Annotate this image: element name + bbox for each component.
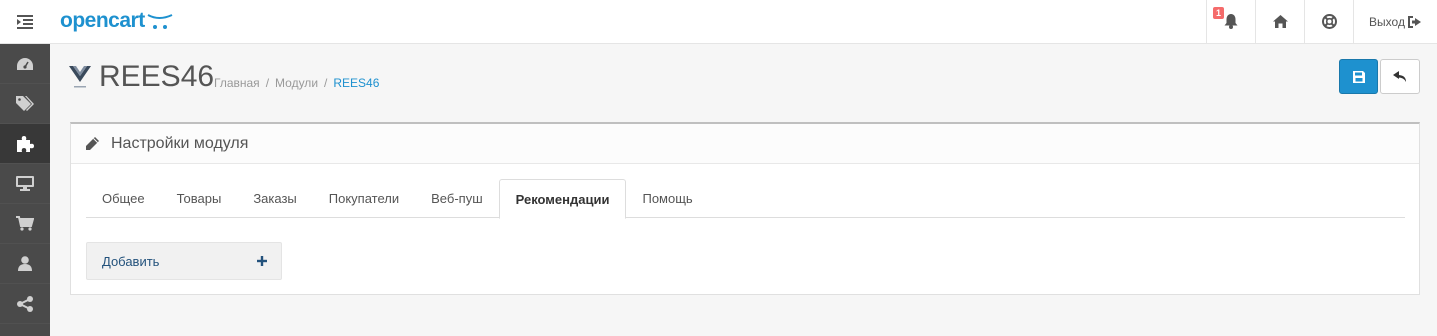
tab-products[interactable]: Товары bbox=[161, 179, 238, 218]
save-icon bbox=[1352, 70, 1365, 83]
user-icon bbox=[18, 256, 32, 271]
breadcrumb: Главная / Модули / REES46 bbox=[214, 76, 379, 90]
settings-tabs: Общее Товары Заказы Покупатели Веб-пуш Р… bbox=[86, 179, 1405, 219]
add-recommendation-button[interactable]: Добавить bbox=[86, 242, 282, 280]
breadcrumb-separator: / bbox=[265, 76, 270, 90]
help-button[interactable] bbox=[1304, 0, 1353, 43]
add-label: Добавить bbox=[102, 253, 160, 269]
logout-label: Выход bbox=[1369, 14, 1405, 29]
breadcrumb-home[interactable]: Главная bbox=[214, 76, 260, 90]
panel-heading: Настройки модуля bbox=[71, 124, 1419, 164]
menu-icon bbox=[17, 14, 33, 29]
top-header: opencart 1 Выход bbox=[0, 0, 1437, 44]
pencil-icon bbox=[86, 137, 99, 150]
logo-text: opencart bbox=[60, 9, 145, 32]
notifications-button[interactable] bbox=[1206, 0, 1255, 43]
home-button[interactable] bbox=[1255, 0, 1304, 43]
reply-icon bbox=[1393, 71, 1406, 82]
sidebar-item-marketing[interactable] bbox=[0, 284, 50, 324]
bell-icon bbox=[1224, 14, 1238, 29]
menu-toggle-button[interactable] bbox=[0, 0, 50, 43]
module-settings-panel: Настройки модуля Общее Товары Заказы Пок… bbox=[70, 122, 1420, 295]
tab-general[interactable]: Общее bbox=[86, 179, 161, 218]
page-title: REES46 bbox=[99, 60, 215, 93]
lifebuoy-icon bbox=[1321, 14, 1337, 29]
save-button[interactable] bbox=[1339, 59, 1378, 94]
sidebar-item-customers[interactable] bbox=[0, 244, 50, 284]
sidebar-item-catalog[interactable] bbox=[0, 84, 50, 124]
logout-button[interactable]: Выход bbox=[1353, 0, 1437, 43]
sidebar-item-sales[interactable] bbox=[0, 204, 50, 244]
back-button[interactable] bbox=[1380, 59, 1420, 94]
shopping-cart-icon bbox=[16, 216, 34, 231]
dashboard-icon bbox=[17, 57, 33, 70]
rees46-logo-icon bbox=[68, 64, 92, 95]
sidebar-item-design[interactable] bbox=[0, 164, 50, 204]
breadcrumb-current[interactable]: REES46 bbox=[333, 76, 379, 90]
share-icon bbox=[17, 295, 33, 312]
puzzle-icon bbox=[16, 136, 34, 152]
tags-icon bbox=[16, 95, 34, 111]
tab-customers[interactable]: Покупатели bbox=[313, 179, 415, 218]
tab-help[interactable]: Помощь bbox=[626, 179, 708, 218]
breadcrumb-separator: / bbox=[324, 76, 328, 90]
breadcrumb-modules[interactable]: Модули bbox=[275, 76, 318, 90]
sign-out-icon bbox=[1407, 15, 1421, 28]
home-icon bbox=[1272, 15, 1288, 28]
plus-icon bbox=[257, 256, 267, 266]
panel-title: Настройки модуля bbox=[111, 134, 249, 152]
cart-logo-icon bbox=[147, 14, 173, 29]
tab-orders[interactable]: Заказы bbox=[237, 179, 312, 218]
sidebar-item-dashboard[interactable] bbox=[0, 44, 50, 84]
tab-recommendations[interactable]: Рекомендации bbox=[498, 179, 627, 219]
sidebar-item-extensions[interactable] bbox=[0, 124, 50, 164]
sidebar bbox=[0, 44, 50, 336]
desktop-icon bbox=[16, 176, 34, 191]
opencart-logo[interactable]: opencart bbox=[60, 8, 173, 34]
tab-web-push[interactable]: Веб-пуш bbox=[415, 179, 499, 218]
